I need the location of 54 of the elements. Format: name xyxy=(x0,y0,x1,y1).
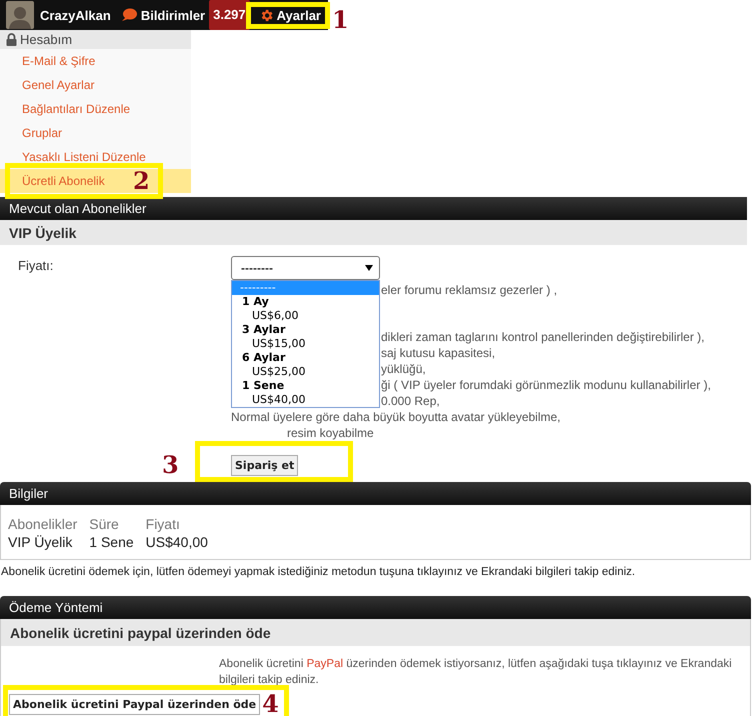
plan-title: VIP Üyelik xyxy=(0,220,747,245)
price-label: Fiyatı: xyxy=(17,258,54,273)
dropdown-option[interactable]: US$15,00 xyxy=(232,337,379,351)
paypal-link[interactable]: PayPal xyxy=(306,658,344,670)
notification-count: 3.297 xyxy=(209,0,250,30)
dropdown-option[interactable]: US$25,00 xyxy=(232,365,379,379)
speech-bubble-icon xyxy=(120,8,137,22)
column-value: 1 Sene xyxy=(89,534,134,550)
payment-description: Abonelik ücretini PayPal üzerinden ödemek istiyorsanız, lütfen aşağıdaki tuşa tıklayınız ve Ekrandaki bilgileri takip ediniz. xyxy=(219,657,733,688)
panel-header: Ödeme Yöntemi xyxy=(0,596,751,619)
column-value: US$40,00 xyxy=(146,534,208,550)
feature-text: eler forumu reklamsız gezerler ) , xyxy=(381,282,558,298)
paypal-pay-button[interactable]: Abonelik ücretini Paypal üzerinden öde xyxy=(9,694,260,714)
option-group-label: 6 Aylar xyxy=(241,351,286,365)
annotation-number: 3 xyxy=(162,453,179,477)
dropdown-option[interactable]: US$40,00 xyxy=(232,393,379,407)
column-value: VIP Üyelik xyxy=(8,534,74,550)
annotation-number: 4 xyxy=(262,692,279,716)
feature-text: 0.000 Rep, xyxy=(381,393,440,409)
sidebar-item[interactable]: E-Mail & Şifre xyxy=(0,49,191,73)
feature-text: yüklüğü, xyxy=(381,361,426,377)
column-header: Abonelikler xyxy=(8,516,78,532)
price-select[interactable]: -------- xyxy=(231,256,380,280)
username[interactable]: CrazyAlkan xyxy=(40,8,111,22)
notifications-link[interactable]: Bildirimler xyxy=(120,8,206,22)
feature-text: ği ( VIP üyeler forumdaki görünmezlik modunu kullanabilirler ), xyxy=(381,377,711,393)
option-group-label: 1 Sene xyxy=(241,379,286,393)
gear-icon xyxy=(258,8,274,22)
settings-link[interactable]: Ayarlar xyxy=(254,6,326,24)
column-header: Fiyatı xyxy=(146,516,181,532)
instructions-text: Abonelik ücretini ödemek için, lütfen ödemeyi yapmak istediğiniz metodun tuşuna tıklayınız ve Ekrandaki bilgileri takip ediniz. xyxy=(1,566,636,578)
annotation-number: 2 xyxy=(133,169,150,193)
sidebar-item[interactable]: Yasaklı Listeni Düzenle xyxy=(0,145,191,169)
sidebar-item[interactable]: Bağlantıları Düzenle xyxy=(0,97,191,121)
caret-icon xyxy=(365,264,373,272)
annotation-number: 1 xyxy=(332,8,349,32)
sidebar-item[interactable]: Genel Ayarlar xyxy=(0,73,191,97)
dropdown-option[interactable]: US$6,00 xyxy=(232,309,379,323)
avatar[interactable] xyxy=(6,1,34,29)
feature-text: resim koyabilme xyxy=(287,425,374,441)
section-header: Mevcut olan Abonelikler xyxy=(0,197,747,220)
person-silhouette-icon xyxy=(9,5,31,29)
panel-header: Bilgiler xyxy=(0,482,751,505)
feature-text: saj kutusu kapasitesi, xyxy=(381,345,496,361)
payment-method-title: Abonelik ücretini paypal üzerinden öde xyxy=(1,619,750,646)
column-header: Süre xyxy=(89,516,120,532)
feature-text: dikleri zaman taglarını kontrol panellerinden değiştirebilirler ), xyxy=(381,329,704,345)
option-group-label: 3 Aylar xyxy=(241,323,286,337)
option-group-label: 1 Ay xyxy=(241,295,270,309)
order-button[interactable]: Sipariş et xyxy=(231,455,298,476)
feature-text: Normal üyelere göre daha büyük boyutta avatar yükleyebilme, xyxy=(231,409,561,425)
sidebar-item[interactable]: Gruplar xyxy=(0,121,191,145)
sidebar-title: Hesabım xyxy=(20,32,72,47)
lock-icon xyxy=(6,33,17,46)
